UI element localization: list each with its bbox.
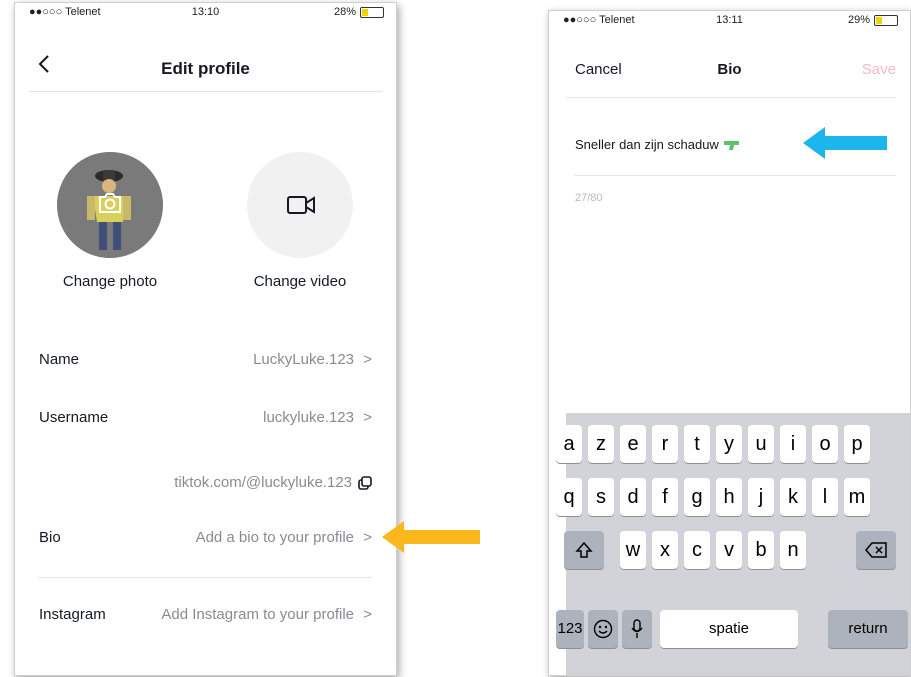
page-title: Edit profile xyxy=(161,59,250,78)
header: Cancel Bio Save xyxy=(549,59,910,83)
dictation-key[interactable] xyxy=(622,610,652,648)
chevron-right-icon: > xyxy=(363,606,372,623)
key-r[interactable]: r xyxy=(652,425,678,463)
chevron-right-icon: > xyxy=(363,351,372,368)
blue-arrow-icon xyxy=(803,127,887,159)
input-underline xyxy=(575,175,896,176)
key-f[interactable]: f xyxy=(652,478,678,516)
row-value: Add a bio to your profile xyxy=(195,529,354,546)
battery-percent: 29% xyxy=(847,14,870,26)
backspace-key[interactable] xyxy=(856,531,896,569)
bio-screen: ●●○○○ Telenet 13:11 29% Cancel Bio Save … xyxy=(548,10,911,676)
row-instagram[interactable]: Instagram Add Instagram to your profile … xyxy=(39,600,372,630)
key-n[interactable]: n xyxy=(780,531,806,569)
edit-profile-screen: ●●○○○ Telenet 13:10 28% Edit profile Cha… xyxy=(14,2,397,676)
row-bio[interactable]: Bio Add a bio to your profile > xyxy=(39,523,372,553)
row-label: Bio xyxy=(39,529,61,546)
row-name[interactable]: Name LuckyLuke.123 > xyxy=(39,345,372,375)
key-k[interactable]: k xyxy=(780,478,806,516)
change-photo-label[interactable]: Change photo xyxy=(30,273,190,290)
key-o[interactable]: o xyxy=(812,425,838,463)
battery-indicator: 28% xyxy=(334,6,384,18)
key-h[interactable]: h xyxy=(716,478,742,516)
key-m[interactable]: m xyxy=(844,478,870,516)
key-a[interactable]: a xyxy=(556,425,582,463)
row-value: Add Instagram to your profile xyxy=(161,606,354,623)
key-b[interactable]: b xyxy=(748,531,774,569)
row-value: LuckyLuke.123 xyxy=(253,351,354,368)
shift-icon xyxy=(575,541,593,558)
bio-input[interactable]: Sneller dan zijn schaduw xyxy=(575,137,741,152)
camera-icon xyxy=(99,193,121,213)
emoji-key[interactable] xyxy=(588,610,618,648)
row-label: Username xyxy=(39,409,109,426)
row-username[interactable]: Username luckyluke.123 > xyxy=(39,403,372,433)
section-divider xyxy=(39,577,372,578)
header-divider xyxy=(29,91,382,92)
profile-link: tiktok.com/@luckyluke.123 xyxy=(174,474,352,491)
key-w[interactable]: w xyxy=(620,531,646,569)
key-s[interactable]: s xyxy=(588,478,614,516)
save-button[interactable]: Save xyxy=(862,61,896,78)
battery-indicator: 29% xyxy=(848,14,898,26)
keyboard: a z e r t y u i o p q s d f g h j k l m … xyxy=(556,413,910,675)
row-profile-link[interactable]: tiktok.com/@luckyluke.123 xyxy=(39,468,372,498)
character-counter: 27/80 xyxy=(575,192,603,204)
chevron-right-icon: > xyxy=(363,529,372,546)
key-y[interactable]: y xyxy=(716,425,742,463)
header: Edit profile xyxy=(15,51,396,87)
battery-icon xyxy=(874,14,898,26)
backspace-icon xyxy=(865,542,887,558)
key-x[interactable]: x xyxy=(652,531,678,569)
header-divider xyxy=(567,97,896,98)
return-key[interactable]: return xyxy=(828,610,908,648)
row-label: Instagram xyxy=(39,606,106,623)
orange-arrow-icon xyxy=(382,521,480,553)
key-c[interactable]: c xyxy=(684,531,710,569)
water-pistol-icon xyxy=(723,140,739,150)
key-d[interactable]: d xyxy=(620,478,646,516)
change-video-button[interactable] xyxy=(247,152,353,258)
page-title: Bio xyxy=(717,61,742,78)
key-u[interactable]: u xyxy=(748,425,774,463)
key-e[interactable]: e xyxy=(620,425,646,463)
emoji-icon xyxy=(593,619,613,639)
change-video-label[interactable]: Change video xyxy=(220,273,380,290)
shift-key[interactable] xyxy=(564,531,604,569)
status-bar: ●●○○○ Telenet 13:11 29% xyxy=(549,11,910,33)
avatar[interactable] xyxy=(57,152,163,258)
battery-icon xyxy=(360,6,384,18)
key-t[interactable]: t xyxy=(684,425,710,463)
key-g[interactable]: g xyxy=(684,478,710,516)
chevron-right-icon: > xyxy=(363,409,372,426)
key-j[interactable]: j xyxy=(748,478,774,516)
status-bar: ●●○○○ Telenet 13:10 28% xyxy=(15,3,396,25)
space-key[interactable]: spatie xyxy=(660,610,798,648)
video-camera-icon xyxy=(287,196,315,214)
bio-input-value: Sneller dan zijn schaduw xyxy=(575,137,719,152)
key-i[interactable]: i xyxy=(780,425,806,463)
key-v[interactable]: v xyxy=(716,531,742,569)
copy-icon[interactable] xyxy=(358,476,372,490)
key-p[interactable]: p xyxy=(844,425,870,463)
key-z[interactable]: z xyxy=(588,425,614,463)
numbers-key[interactable]: 123 xyxy=(556,610,584,648)
row-value: luckyluke.123 xyxy=(263,409,354,426)
microphone-icon xyxy=(631,619,643,638)
row-label: Name xyxy=(39,351,80,368)
key-q[interactable]: q xyxy=(556,478,582,516)
key-l[interactable]: l xyxy=(812,478,838,516)
battery-percent: 28% xyxy=(333,6,356,18)
